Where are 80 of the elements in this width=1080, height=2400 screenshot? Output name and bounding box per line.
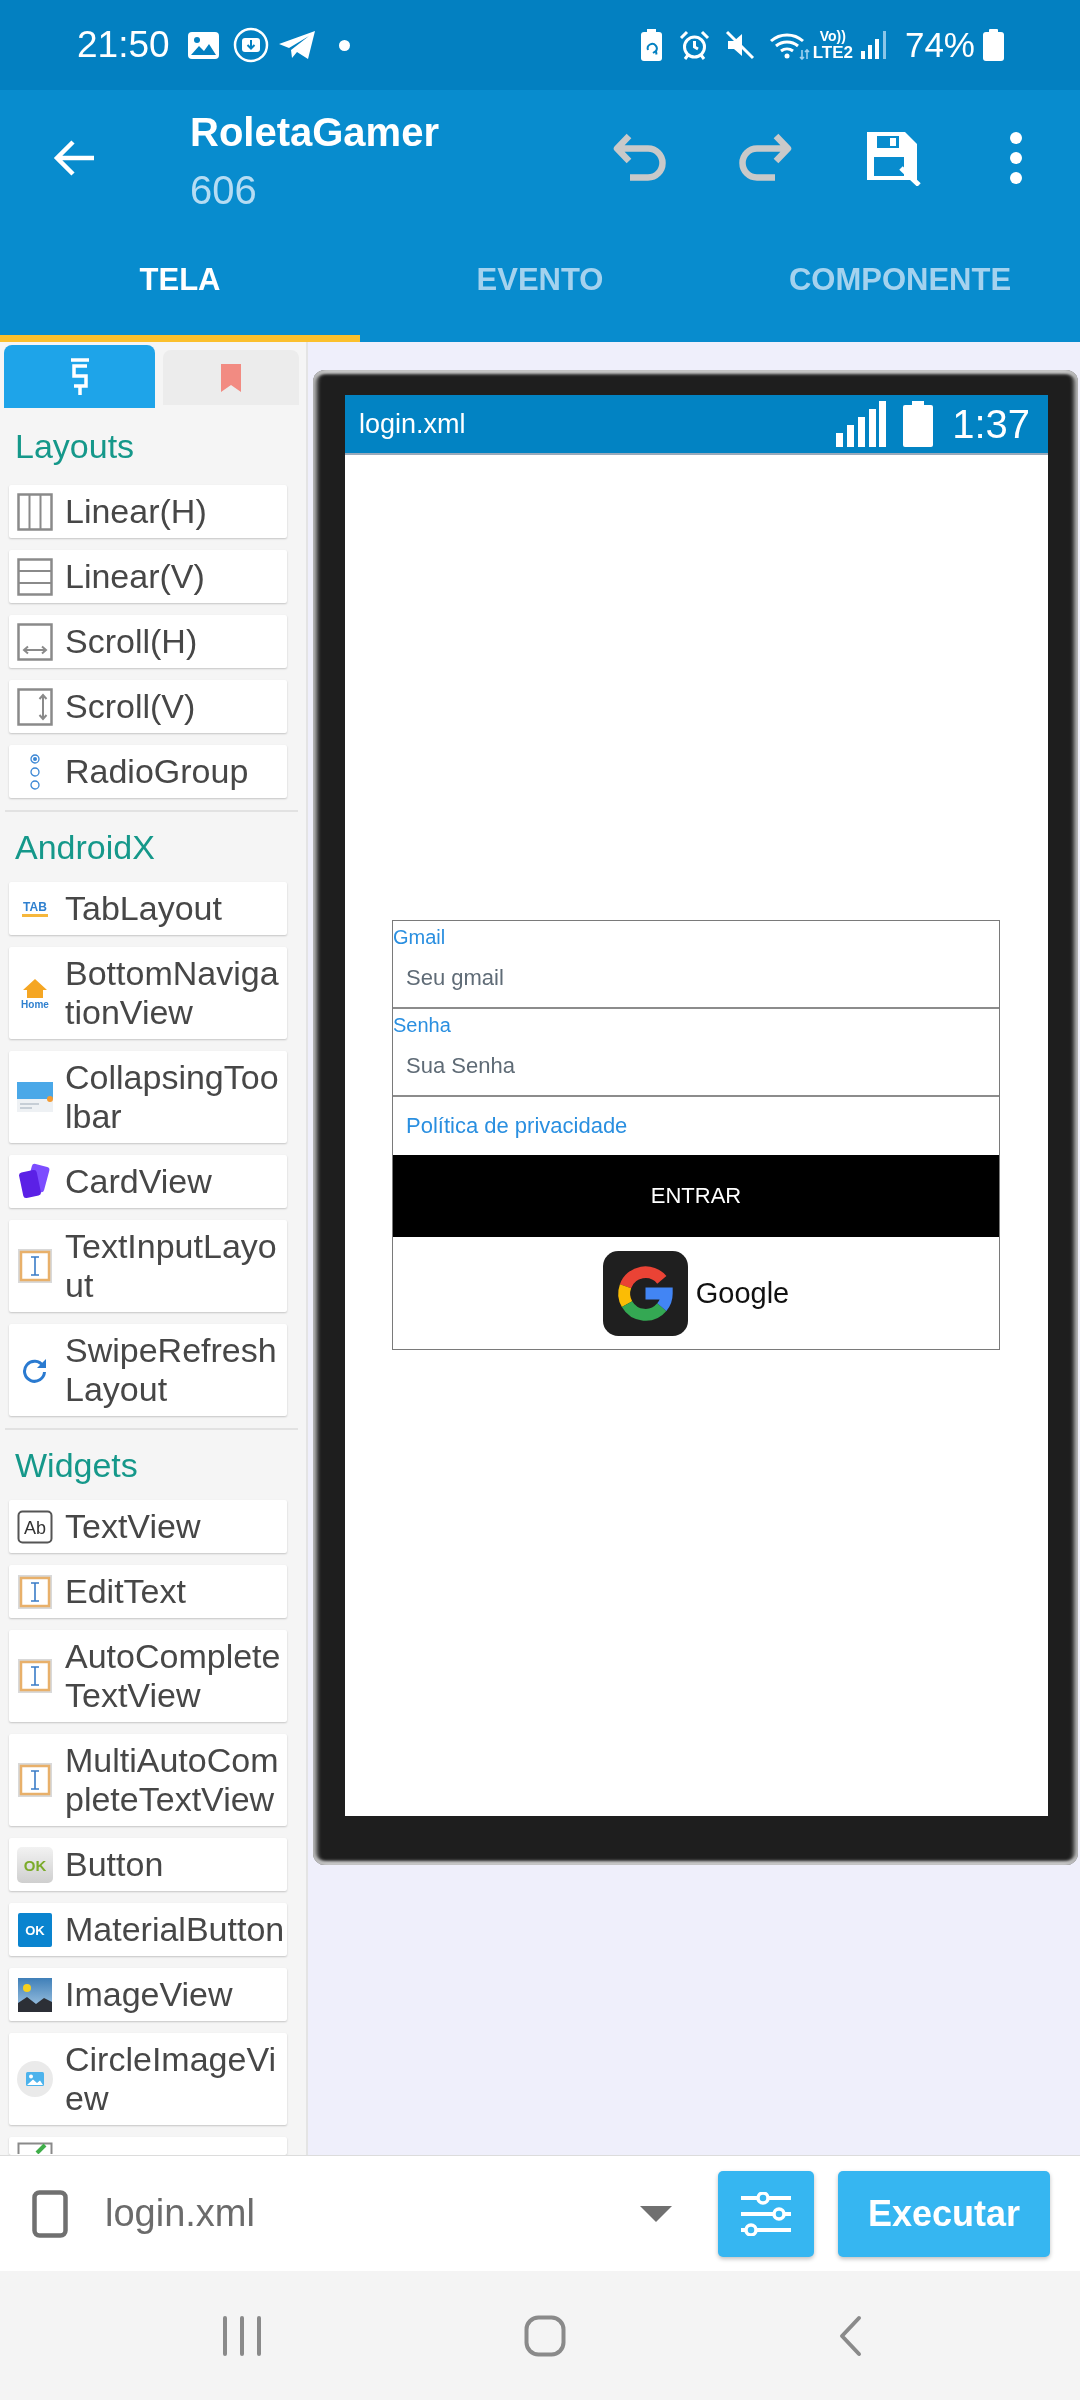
toolbar-icon xyxy=(17,1082,53,1112)
palette-item[interactable]: CollapsingToolbar xyxy=(9,1051,287,1143)
recent-apps-icon[interactable] xyxy=(222,2314,262,2357)
battery-icon xyxy=(903,401,934,447)
cards-icon xyxy=(19,1162,51,1201)
project-title: RoletaGamer xyxy=(190,109,439,155)
palette-item[interactable]: OK Button xyxy=(9,1838,287,1891)
palette-item[interactable]: CircleImageView xyxy=(9,2033,287,2125)
sliders-icon xyxy=(739,2191,793,2236)
bookmark-icon xyxy=(221,363,241,392)
wifi-icon xyxy=(768,30,810,60)
palette-item[interactable]: Linear(V) xyxy=(9,550,287,603)
text-cursor-icon xyxy=(17,1248,53,1284)
save-icon[interactable] xyxy=(865,129,921,186)
landscape-icon xyxy=(18,1977,52,2012)
radio-buttons-icon xyxy=(30,753,40,790)
dot-icon xyxy=(338,39,350,51)
palette-item[interactable]: RadioGroup xyxy=(9,745,287,798)
section-header: Widgets xyxy=(14,1445,139,1486)
palette-item[interactable]: CardView xyxy=(9,1155,287,1208)
adjust-button[interactable] xyxy=(718,2170,814,2257)
mute-icon xyxy=(724,30,755,60)
button-icon: OK xyxy=(17,1846,53,1883)
palette-item[interactable]: EditText xyxy=(9,1565,287,1618)
palette-item[interactable]: AutoCompleteTextView xyxy=(9,1630,287,1722)
palette-item[interactable]: Ab TextView xyxy=(9,1500,287,1553)
vertical-arrows-icon xyxy=(17,687,53,726)
field-label: Gmail xyxy=(393,925,446,949)
signal-icon xyxy=(860,31,887,59)
clock-text: 1:37 xyxy=(952,401,1030,447)
circle-image-icon xyxy=(17,2061,53,2097)
section-header: Layouts xyxy=(14,426,136,467)
text-cursor-icon xyxy=(17,1762,53,1798)
palette-tab[interactable] xyxy=(163,350,299,405)
section-header: AndroidX xyxy=(14,827,156,868)
caret-icon xyxy=(640,2205,672,2222)
horizontal-arrows-icon xyxy=(17,622,53,661)
clock-text: 21:50 xyxy=(77,25,170,65)
columns-layout-icon xyxy=(17,492,53,531)
input-field[interactable]: Sua Senha xyxy=(393,1037,999,1095)
field-label: Senha xyxy=(393,1013,451,1037)
signal-icon xyxy=(836,401,887,447)
palette-item[interactable]: Linear(H) xyxy=(9,485,287,538)
alarm-icon xyxy=(678,29,710,61)
download-icon xyxy=(232,27,269,63)
text-cursor-icon xyxy=(17,1573,53,1610)
volte-label: Vo)) xyxy=(819,28,846,44)
palette-item[interactable]: MultiAutoCompleteTextView xyxy=(9,1734,287,1826)
input-field[interactable]: Seu gmail xyxy=(393,949,999,1007)
image-icon xyxy=(187,31,219,59)
screen-title: login.xml xyxy=(359,408,466,440)
paper-plane-icon xyxy=(277,30,316,60)
back-icon[interactable] xyxy=(838,2314,862,2357)
palette-item[interactable]: ImageView xyxy=(9,1968,287,2021)
palette-item[interactable]: Scroll(V) xyxy=(9,680,287,733)
palette-tab[interactable] xyxy=(4,345,155,408)
battery-percent: 74% xyxy=(904,25,975,65)
palette-item[interactable]: TAB TabLayout xyxy=(9,882,287,935)
palette-item[interactable]: SwipeRefreshLayout xyxy=(9,1324,287,1416)
palette-item[interactable]: TextInputLayout xyxy=(9,1220,287,1312)
palette-item[interactable]: OK MaterialButton xyxy=(9,1903,287,1956)
home-icon[interactable] xyxy=(524,2314,566,2357)
battery-saver-icon xyxy=(639,29,663,61)
file-dropdown[interactable]: login.xml xyxy=(32,2189,692,2238)
refresh-icon xyxy=(22,1357,48,1383)
phone-outline-icon xyxy=(32,2189,68,2238)
palette-item[interactable]: Scroll(H) xyxy=(9,615,287,668)
material-button-icon: OK xyxy=(18,1912,52,1947)
palette-item[interactable] xyxy=(9,2137,287,2155)
more-options-icon[interactable] xyxy=(1009,130,1023,185)
back-arrow-icon[interactable] xyxy=(52,137,96,178)
text-view-icon: Ab xyxy=(17,1509,53,1544)
palette-item[interactable]: Home BottomNavigationView xyxy=(9,947,287,1039)
network-label: LTE2 xyxy=(812,43,853,62)
project-subtitle: 606 xyxy=(190,167,258,213)
text-cursor-icon xyxy=(17,1658,53,1694)
login-button[interactable]: ENTRAR xyxy=(393,1155,999,1237)
google-g-icon xyxy=(602,1250,688,1336)
rows-layout-icon xyxy=(17,557,53,596)
battery-icon xyxy=(983,29,1004,61)
